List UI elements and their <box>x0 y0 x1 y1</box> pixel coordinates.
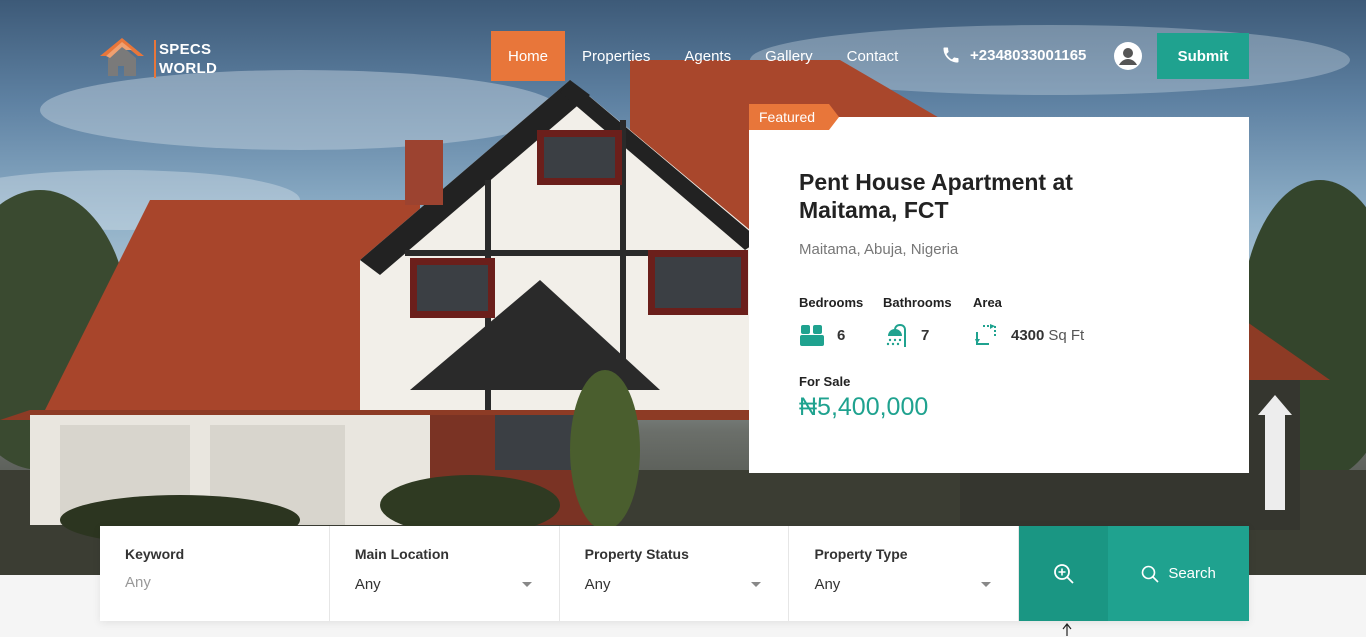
property-address: Maitama, Abuja, Nigeria <box>799 241 959 258</box>
property-search-bar: Keyword Main Location Any Property Statu… <box>100 526 1249 621</box>
keyword-field: Keyword <box>100 526 330 621</box>
feature-label: Bathrooms <box>883 295 952 310</box>
keyword-label: Keyword <box>125 546 185 562</box>
location-field: Main Location Any <box>330 526 560 621</box>
shower-icon <box>886 323 906 347</box>
status-select[interactable]: Any <box>585 576 764 593</box>
sale-status-label: For Sale <box>799 374 851 389</box>
location-label: Main Location <box>354 546 449 562</box>
search-icon <box>1142 565 1159 583</box>
search-button[interactable]: Search <box>1108 526 1249 621</box>
status-field: Property Status Any <box>560 526 790 621</box>
location-value: Any <box>354 576 381 593</box>
nav-agents[interactable]: Agents <box>667 31 748 81</box>
logo-line-1: SPECS <box>159 41 212 58</box>
logo-text: SPECS WORLD <box>154 40 217 78</box>
logo-line-2: WORLD <box>159 60 218 77</box>
zoom-in-icon <box>1053 563 1074 584</box>
phone-icon <box>943 47 959 63</box>
phone-number: +2348033001165 <box>970 46 1087 64</box>
status-value: Any <box>584 576 611 593</box>
main-nav: Home Properties Agents Gallery Contact <box>491 31 915 81</box>
feature-value: 6 <box>837 326 846 344</box>
mouse-cursor-icon <box>1062 623 1072 636</box>
nav-home[interactable]: Home <box>491 31 566 81</box>
property-price: ₦5,400,000 <box>799 393 929 421</box>
nav-properties[interactable]: Properties <box>565 31 667 81</box>
feature-value: 7 <box>921 326 930 344</box>
chevron-down-icon <box>981 582 992 587</box>
feature-label: Area <box>973 295 1002 310</box>
feature-bedrooms: Bedrooms 6 <box>799 295 863 349</box>
house-logo-icon <box>100 36 152 82</box>
keyword-input[interactable] <box>125 574 304 591</box>
nav-gallery[interactable]: Gallery <box>748 31 830 81</box>
submit-button[interactable]: Submit <box>1157 33 1249 79</box>
type-label: Property Type <box>814 546 908 562</box>
phone-contact[interactable]: +2348033001165 <box>941 45 1086 65</box>
type-value: Any <box>814 576 841 593</box>
chevron-down-icon <box>751 582 762 587</box>
type-select[interactable]: Any <box>814 576 993 593</box>
property-features: Bedrooms 6 Bathrooms 7 Area 4300 Sq Ft <box>799 295 1104 349</box>
search-button-label: Search <box>1168 565 1216 582</box>
advanced-search-button[interactable] <box>1019 526 1109 621</box>
feature-area: Area 4300 Sq Ft <box>973 295 1084 349</box>
type-field: Property Type Any <box>789 526 1020 621</box>
status-label: Property Status <box>584 546 689 562</box>
featured-badge: Featured <box>749 104 840 130</box>
nav-contact[interactable]: Contact <box>830 31 916 81</box>
location-select[interactable]: Any <box>355 576 534 593</box>
feature-bathrooms: Bathrooms 7 <box>883 295 953 349</box>
feature-label: Bedrooms <box>799 295 864 310</box>
chevron-down-icon <box>521 582 532 587</box>
site-logo[interactable]: SPECS WORLD <box>100 36 230 82</box>
area-icon <box>975 324 996 345</box>
feature-unit: Sq Ft <box>1048 326 1085 344</box>
featured-property-card[interactable]: Pent House Apartment at Maitama, FCT Mai… <box>749 117 1249 473</box>
user-account-icon[interactable] <box>1114 42 1142 70</box>
property-title[interactable]: Pent House Apartment at Maitama, FCT <box>799 168 1159 224</box>
bed-icon <box>800 325 824 346</box>
feature-value: 4300 <box>1011 326 1045 344</box>
